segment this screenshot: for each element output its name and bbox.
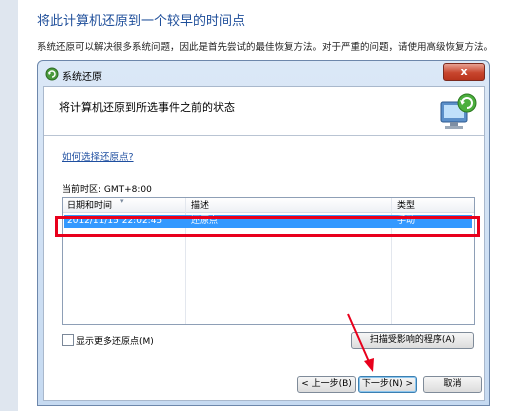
system-restore-icon <box>45 67 59 81</box>
dialog-content: 将计算机还原到所选事件之前的状态 如何选择还原点? 当前时区: GMT+8:00… <box>43 86 485 401</box>
timezone-label: 当前时区: GMT+8:00 <box>62 185 152 195</box>
show-more-checkbox[interactable] <box>62 334 74 346</box>
column-header-description[interactable]: 描述 <box>187 198 391 212</box>
table-header: 日期和时间 ▾ 描述 类型 <box>63 197 475 213</box>
show-more-label[interactable]: 显示更多还原点(M) <box>76 334 154 347</box>
dialog-titlebar[interactable]: 系统还原 x <box>38 61 489 86</box>
red-arrow-annotation <box>347 313 374 372</box>
column-header-type[interactable]: 类型 <box>393 198 475 212</box>
dialog-title: 系统还原 <box>62 72 102 83</box>
dialog-subtitle: 将计算机还原到所选事件之前的状态 <box>59 101 235 114</box>
close-button[interactable]: x <box>443 63 485 81</box>
page-description: 系统还原可以解决很多系统问题，因此是首先尝试的最佳恢复方法。对于严重的问题，请使… <box>37 42 494 53</box>
back-button[interactable]: < 上一步(B) <box>297 376 356 393</box>
left-nav-strip <box>0 0 18 411</box>
help-choose-restore-point-link[interactable]: 如何选择还原点? <box>62 149 134 163</box>
computer-restore-icon <box>440 93 477 129</box>
header-separator <box>44 135 484 136</box>
sort-indicator-icon: ▾ <box>120 197 124 205</box>
next-button[interactable]: 下一步(N) > <box>358 376 417 393</box>
cancel-button[interactable]: 取消 <box>423 376 482 393</box>
page-heading: 将此计算机还原到一个较早的时间点 <box>37 14 246 29</box>
column-header-date[interactable]: 日期和时间 <box>63 198 186 212</box>
red-highlight-annotation <box>55 216 480 237</box>
